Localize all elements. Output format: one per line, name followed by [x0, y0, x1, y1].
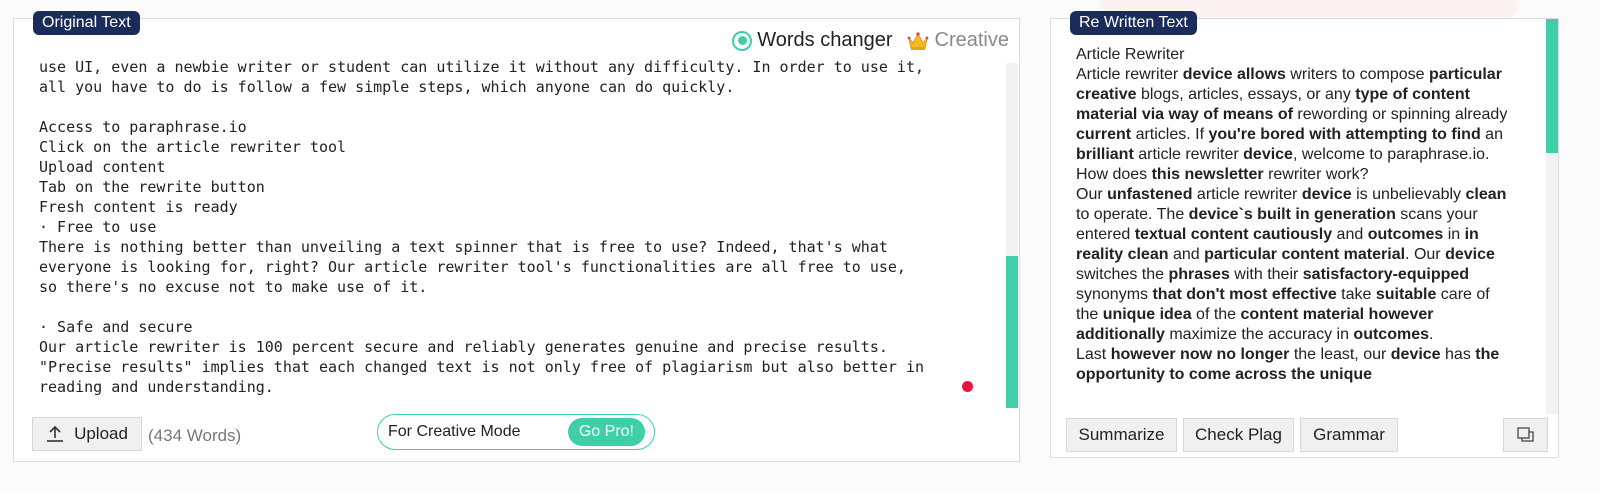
changed-phrase: unique idea	[1102, 306, 1192, 323]
text-run: switches the	[1076, 266, 1169, 283]
original-text-scroll-thumb[interactable]	[1006, 256, 1018, 408]
text-run: and	[1332, 226, 1368, 243]
changed-phrase: device	[1445, 246, 1495, 263]
radio-selected-icon[interactable]	[732, 30, 753, 51]
mode-words-changer[interactable]: Words changer	[757, 29, 892, 52]
text-run: How does	[1076, 166, 1152, 183]
text-run: , welcome to paraphrase.io.	[1292, 146, 1490, 163]
original-text-line: Tab on the rewrite button	[39, 178, 265, 196]
text-run: and	[1168, 246, 1205, 263]
go-pro-button[interactable]: Go Pro!	[567, 418, 645, 446]
grammar-button[interactable]: Grammar	[1300, 418, 1398, 452]
rewritten-paragraph: How does this newsletter rewriter work?	[1076, 165, 1516, 185]
text-run: Article Rewriter	[1076, 46, 1185, 63]
changed-phrase: clean	[1465, 186, 1507, 203]
rewritten-paragraph: Article rewriter device allows writers t…	[1076, 65, 1516, 165]
changed-phrase: particular content material	[1204, 246, 1406, 263]
text-run: the least, our	[1289, 346, 1391, 363]
text-run: is unbelievably	[1351, 186, 1466, 203]
changed-phrase: outcomes	[1367, 226, 1444, 243]
original-text-line: Fresh content is ready	[39, 198, 238, 216]
rewritten-paragraph: Last however now no longer the least, ou…	[1076, 345, 1516, 385]
text-run: an	[1480, 126, 1503, 143]
text-run: has	[1440, 346, 1476, 363]
original-text-panel: Original Text Words changer Creative use…	[13, 11, 1020, 462]
recording-dot-icon	[962, 381, 973, 392]
text-run: synonyms	[1076, 286, 1153, 303]
changed-phrase: satisfactory-equipped	[1302, 266, 1470, 283]
text-run: take	[1336, 286, 1376, 303]
creative-mode-promo: For Creative Mode Go Pro!	[377, 414, 655, 450]
text-run: writers to compose	[1285, 66, 1430, 83]
text-run: article rewriter	[1192, 186, 1302, 203]
original-text-line: use UI, even a newbie writer or student …	[39, 58, 925, 76]
changed-phrase: suitable	[1375, 286, 1437, 303]
crown-icon	[907, 31, 928, 50]
text-run: articles. If	[1131, 126, 1209, 143]
changed-phrase: you're bored with attempting to find	[1208, 126, 1481, 143]
changed-phrase: unfastened	[1107, 186, 1193, 203]
original-text-line: · Free to use	[39, 218, 157, 236]
original-text-line: · Safe and secure	[39, 318, 193, 336]
changed-phrase: device	[1390, 346, 1441, 363]
changed-phrase: device	[1301, 186, 1352, 203]
changed-phrase: outcomes	[1353, 326, 1429, 343]
changed-phrase: textual content cautiously	[1134, 226, 1333, 243]
summarize-button[interactable]: Summarize	[1066, 418, 1177, 452]
original-text-line: all you have to do is follow a few simpl…	[39, 78, 735, 96]
original-text-line: so there's no excuse not to make use of …	[39, 278, 428, 296]
rewritten-paragraph: Article Rewriter	[1076, 45, 1516, 65]
original-text-line: Click on the article rewriter tool	[39, 138, 347, 156]
text-run: Last	[1076, 346, 1111, 363]
copy-button[interactable]	[1503, 418, 1548, 452]
text-run: Article rewriter	[1076, 66, 1183, 83]
text-run: article rewriter	[1133, 146, 1244, 163]
text-run: Our	[1076, 186, 1108, 203]
original-text-line: There is nothing better than unveiling a…	[39, 238, 888, 256]
original-text-line: reading and understanding.	[39, 378, 274, 396]
changed-phrase: built in generation	[1257, 206, 1396, 223]
rewritten-text-area[interactable]: Article Rewriter Article rewriter device …	[1076, 45, 1516, 415]
rewritten-text-scroll-thumb[interactable]	[1546, 19, 1558, 153]
changed-phrase: device	[1243, 146, 1293, 163]
changed-phrase: device`s	[1188, 206, 1253, 223]
upload-button[interactable]: Upload	[32, 417, 142, 451]
mode-creative[interactable]: Creative	[935, 29, 1009, 52]
upload-label: Upload	[74, 424, 128, 443]
upload-icon	[47, 425, 64, 442]
text-run: . Our	[1405, 246, 1446, 263]
changed-phrase: however now no longer	[1110, 346, 1290, 363]
rewritten-paragraph: Our unfastened article rewriter device i…	[1076, 185, 1516, 345]
changed-phrase: phrases	[1168, 266, 1230, 283]
rewritten-text-panel: Re Written Text Article Rewriter Article …	[1050, 11, 1559, 458]
changed-phrase: this newsletter	[1151, 166, 1264, 183]
changed-phrase: current	[1076, 126, 1132, 143]
mode-selector: Words changer Creative	[732, 29, 1009, 52]
promo-text: For Creative Mode	[388, 423, 521, 440]
text-run: of the	[1191, 306, 1241, 323]
text-run: with their	[1229, 266, 1303, 283]
original-text-tag: Original Text	[33, 11, 140, 35]
text-run: maximize the accuracy in	[1164, 326, 1354, 343]
original-text-line: Access to paraphrase.io	[39, 118, 247, 136]
copy-icon	[1516, 427, 1534, 442]
text-run: to operate. The	[1076, 206, 1189, 223]
text-run: .	[1429, 326, 1434, 343]
changed-phrase: that don't most effective	[1152, 286, 1337, 303]
text-run: in	[1443, 226, 1465, 243]
changed-phrase: brilliant	[1076, 146, 1134, 163]
text-run: blogs, articles, essays, or any	[1136, 86, 1356, 103]
original-text-line: everyone is looking for, right? Our arti…	[39, 258, 906, 276]
changed-phrase: device allows	[1182, 66, 1286, 83]
original-text-line: "Precise results" implies that each chan…	[39, 358, 925, 376]
original-text-area[interactable]: use UI, even a newbie writer or student …	[39, 57, 984, 397]
rewritten-text-tag: Re Written Text	[1070, 11, 1197, 35]
original-text-line: Our article rewriter is 100 percent secu…	[39, 338, 888, 356]
check-plag-button[interactable]: Check Plag	[1183, 418, 1294, 452]
text-run: rewriter work?	[1263, 166, 1369, 183]
text-run: rewording or spinning already	[1292, 106, 1508, 123]
original-text-line: Upload content	[39, 158, 166, 176]
word-count: (434 Words)	[148, 426, 242, 445]
